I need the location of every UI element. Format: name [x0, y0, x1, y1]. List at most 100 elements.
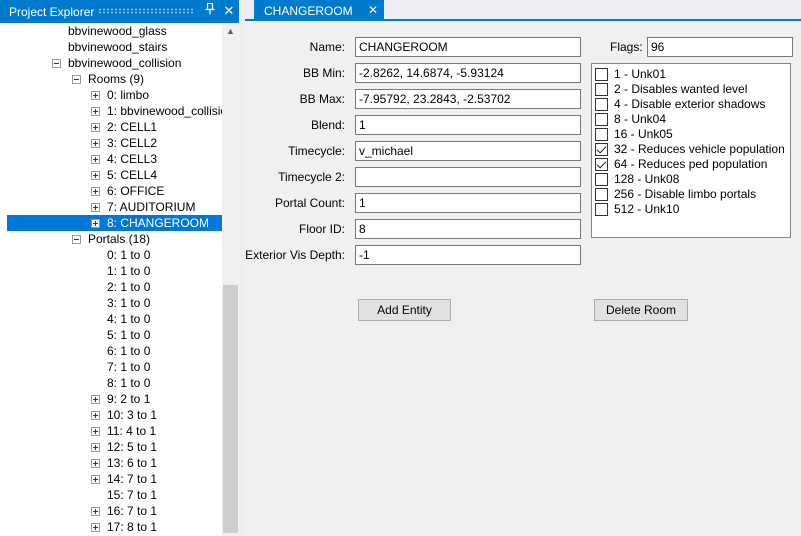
scroll-thumb[interactable] — [223, 285, 238, 533]
delete-room-button[interactable]: Delete Room — [594, 299, 688, 321]
tree-node[interactable]: 0: limbo — [7, 87, 222, 103]
tree-node[interactable]: 6: 1 to 0 — [7, 343, 222, 359]
checkbox-icon[interactable] — [595, 128, 608, 141]
expand-icon[interactable] — [91, 187, 100, 196]
tree-node-label: 6: 1 to 0 — [107, 344, 151, 358]
tree-node[interactable]: bbvinewood_stairs — [7, 39, 222, 55]
bb-min-field[interactable] — [355, 63, 581, 83]
tree-node[interactable]: 5: 1 to 0 — [7, 327, 222, 343]
tree-node[interactable]: 13: 6 to 1 — [7, 455, 222, 471]
tree-node[interactable]: bbvinewood_collision — [7, 55, 222, 71]
expand-icon[interactable] — [91, 139, 100, 148]
tree-node[interactable]: 8: CHANGEROOM — [7, 215, 222, 231]
blend-field[interactable] — [355, 115, 581, 135]
flag-item[interactable]: 256 - Disable limbo portals — [595, 187, 790, 202]
tree-node[interactable]: Portals (18) — [7, 231, 222, 247]
tree-node[interactable]: 15: 7 to 1 — [7, 487, 222, 503]
name-field[interactable] — [355, 37, 581, 57]
tree-node[interactable]: 12: 5 to 1 — [7, 439, 222, 455]
checkbox-icon[interactable] — [595, 188, 608, 201]
timecycle-field[interactable] — [355, 141, 581, 161]
flag-item[interactable]: 2 - Disables wanted level — [595, 82, 790, 97]
expand-icon[interactable] — [91, 155, 100, 164]
flag-item[interactable]: 16 - Unk05 — [595, 127, 790, 142]
tree-node[interactable]: 5: CELL4 — [7, 167, 222, 183]
close-icon[interactable]: ✕ — [222, 3, 236, 19]
expand-icon[interactable] — [91, 459, 100, 468]
drag-grip[interactable] — [98, 8, 194, 14]
expand-icon[interactable] — [91, 91, 100, 100]
expand-icon[interactable] — [91, 523, 100, 532]
tree-node[interactable]: bbvinewood_glass — [7, 23, 222, 39]
bb-max-field[interactable] — [355, 89, 581, 109]
pin-icon[interactable] — [203, 2, 217, 19]
tree-node[interactable]: 6: OFFICE — [7, 183, 222, 199]
add-entity-button[interactable]: Add Entity — [358, 299, 451, 321]
timecycle-2-field[interactable] — [355, 167, 581, 187]
tree-node[interactable]: 1: 1 to 0 — [7, 263, 222, 279]
tree-node[interactable]: 14: 7 to 1 — [7, 471, 222, 487]
flag-item[interactable]: 512 - Unk10 — [595, 202, 790, 217]
expand-icon[interactable] — [91, 475, 100, 484]
expand-icon[interactable] — [91, 507, 100, 516]
expand-icon[interactable] — [91, 395, 100, 404]
tree-node[interactable]: 11: 4 to 1 — [7, 423, 222, 439]
expand-icon[interactable] — [91, 203, 100, 212]
flag-item[interactable]: 64 - Reduces ped population — [595, 157, 790, 172]
checkbox-checked-icon[interactable] — [595, 158, 608, 171]
exterior-vis-depth-field[interactable] — [355, 245, 581, 265]
tree-node[interactable]: 10: 3 to 1 — [7, 407, 222, 423]
floor-id-label: Floor ID: — [298, 222, 345, 236]
tree-node[interactable]: 17: 8 to 1 — [7, 519, 222, 535]
checkbox-icon[interactable] — [595, 113, 608, 126]
flag-item[interactable]: 32 - Reduces vehicle population — [595, 142, 790, 157]
tree-node[interactable]: 4: CELL3 — [7, 151, 222, 167]
tree-node[interactable]: 2: 1 to 0 — [7, 279, 222, 295]
flag-label: 32 - Reduces vehicle population — [614, 142, 785, 156]
expand-icon[interactable] — [91, 107, 100, 116]
tab-changeroom[interactable]: CHANGEROOM ✕ — [254, 0, 384, 21]
checkbox-checked-icon[interactable] — [595, 143, 608, 156]
expand-icon[interactable] — [91, 171, 100, 180]
project-tree[interactable]: bbvinewood_glass bbvinewood_stairs bbvinew… — [7, 23, 222, 536]
tree-node[interactable]: 7: 1 to 0 — [7, 359, 222, 375]
tree-node[interactable]: 4: 1 to 0 — [7, 311, 222, 327]
flag-item[interactable]: 8 - Unk04 — [595, 112, 790, 127]
flags-checklist[interactable]: 1 - Unk01 2 - Disables wanted level 4 - Di… — [591, 63, 791, 238]
flag-item[interactable]: 1 - Unk01 — [595, 67, 790, 82]
expand-icon[interactable] — [91, 123, 100, 132]
floor-id-field[interactable] — [355, 219, 581, 239]
expand-icon[interactable] — [91, 411, 100, 420]
checkbox-icon[interactable] — [595, 98, 608, 111]
tree-node[interactable]: 0: 1 to 0 — [7, 247, 222, 263]
collapse-icon[interactable] — [72, 235, 81, 244]
tree-node[interactable]: 2: CELL1 — [7, 119, 222, 135]
expand-icon[interactable] — [91, 443, 100, 452]
tree-node-label: bbvinewood_glass — [68, 24, 167, 38]
tree-node[interactable]: Rooms (9) — [7, 71, 222, 87]
tree-node[interactable]: 9: 2 to 1 — [7, 391, 222, 407]
expand-icon[interactable] — [91, 219, 100, 228]
expand-icon[interactable] — [91, 427, 100, 436]
tab-close-icon[interactable]: ✕ — [368, 3, 378, 17]
tree-node[interactable]: 7: AUDITORIUM — [7, 199, 222, 215]
tree-node-label: bbvinewood_collision — [68, 56, 182, 70]
tree-node[interactable]: 8: 1 to 0 — [7, 375, 222, 391]
flag-item[interactable]: 4 - Disable exterior shadows — [595, 97, 790, 112]
scroll-up-icon[interactable]: ▲ — [222, 23, 239, 40]
portal-count-field[interactable] — [355, 193, 581, 213]
tree-node[interactable]: 3: 1 to 0 — [7, 295, 222, 311]
tree-node[interactable]: 16: 7 to 1 — [7, 503, 222, 519]
tree-node[interactable]: 1: bbvinewood_collision — [7, 103, 222, 119]
checkbox-icon[interactable] — [595, 203, 608, 216]
tree-node[interactable]: 3: CELL2 — [7, 135, 222, 151]
checkbox-icon[interactable] — [595, 68, 608, 81]
flag-item[interactable]: 128 - Unk08 — [595, 172, 790, 187]
checkbox-icon[interactable] — [595, 83, 608, 96]
checkbox-icon[interactable] — [595, 173, 608, 186]
collapse-icon[interactable] — [52, 59, 61, 68]
tree-scrollbar[interactable]: ▲ ▼ — [222, 23, 239, 536]
timecycle-label: Timecycle: — [288, 144, 345, 158]
collapse-icon[interactable] — [72, 75, 81, 84]
flags-field[interactable] — [647, 37, 793, 57]
